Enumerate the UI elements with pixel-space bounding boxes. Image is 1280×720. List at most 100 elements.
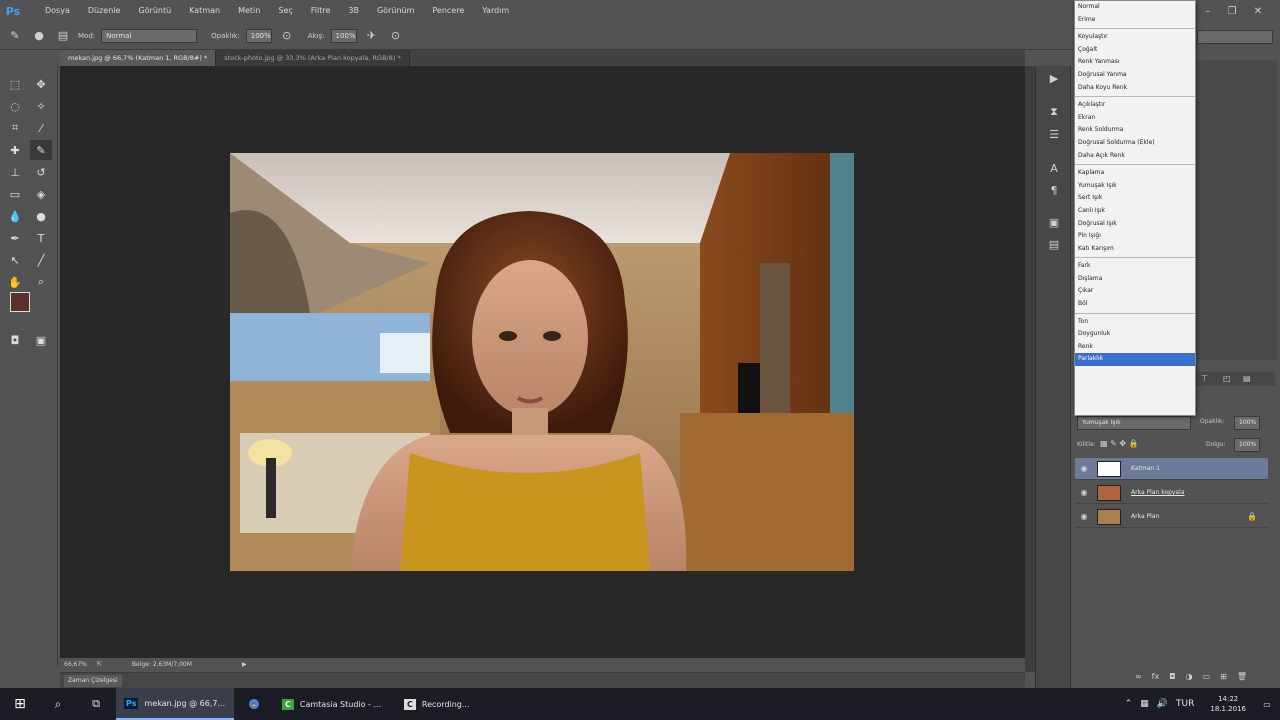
maximize-icon[interactable]: ❐ [1222, 4, 1242, 18]
blend-option[interactable]: Renk Yanması [1075, 56, 1195, 69]
blend-option-selected[interactable]: Parlaklık [1075, 353, 1195, 367]
blend-option[interactable]: Renk Soldurma [1075, 124, 1195, 137]
link-icon[interactable]: ∞ [1135, 672, 1142, 686]
workspace-select[interactable] [1197, 30, 1273, 44]
blur-tool-icon[interactable]: 💧 [4, 206, 26, 226]
chevron-up-icon[interactable]: ⌃ [1125, 699, 1133, 709]
blend-option[interactable]: Fark [1075, 260, 1195, 273]
lock-pixels-icon[interactable]: ▦ ✎ ✥ 🔒 [1100, 439, 1139, 448]
opacity-input[interactable]: 100% [245, 28, 272, 43]
marquee-tool-icon[interactable]: ⬚ [4, 74, 26, 94]
visibility-eye-icon[interactable]: ◉ [1075, 488, 1093, 497]
layer-name[interactable]: Arka Plan kopyala [1131, 489, 1185, 496]
network-icon[interactable]: ▦ [1140, 699, 1149, 709]
layer-row[interactable]: ◉ Arka Plan 🔒 [1075, 506, 1268, 528]
menu-item-dosya[interactable]: Dosya [36, 0, 79, 22]
document-image[interactable] [230, 153, 854, 571]
menu-item-yardim[interactable]: Yardım [473, 0, 518, 22]
notifications-icon[interactable]: ▭ [1254, 688, 1280, 720]
filter-type-icon[interactable]: ◰ [1223, 374, 1231, 383]
dodge-tool-icon[interactable]: ● [30, 206, 52, 226]
blend-option[interactable]: Doğrusal Işık [1075, 218, 1195, 231]
tab-mekan[interactable]: mekan.jpg @ 66,7% (Katman 1, RGB/8#) * [60, 50, 217, 66]
brush-panel-icon[interactable]: ▤ [54, 27, 72, 45]
adjustment-layer-icon[interactable]: ◑ [1186, 672, 1193, 686]
close-icon[interactable]: ✕ [1248, 4, 1268, 18]
history-brush-icon[interactable]: ↺ [30, 162, 52, 182]
blend-option[interactable]: Yumuşak Işık [1075, 180, 1195, 193]
layer-name[interactable]: Katman 1 [1131, 465, 1160, 472]
taskbar-app-photoshop[interactable]: Ps mekan.jpg @ 66,7... [116, 688, 234, 720]
menu-item-metin[interactable]: Metin [229, 0, 269, 22]
blend-option[interactable]: Normal [1075, 1, 1195, 14]
layer-blend-select[interactable]: Yumuşak Işık [1077, 416, 1191, 430]
menu-item-3b[interactable]: 3B [339, 0, 368, 22]
search-icon[interactable]: ⌕ [40, 688, 76, 720]
menu-item-pencere[interactable]: Pencere [423, 0, 473, 22]
new-layer-icon[interactable]: ⊞ [1220, 672, 1227, 686]
taskbar-app-camtasia[interactable]: C Camtasia Studio - ... [274, 688, 396, 720]
navigator-icon[interactable]: ▣ [1046, 214, 1062, 230]
layer-name[interactable]: Arka Plan [1131, 513, 1159, 520]
type-tool-icon[interactable]: T [30, 228, 52, 248]
clone-stamp-icon[interactable]: ⊥ [4, 162, 26, 182]
mode-select[interactable]: Normal [101, 28, 198, 43]
blend-option[interactable]: Daha Koyu Renk [1075, 82, 1195, 95]
filter-smart-icon[interactable]: ▤ [1243, 374, 1251, 383]
menu-item-duzenle[interactable]: Düzenle [79, 0, 130, 22]
brush-preset-icon[interactable]: ✎ [6, 27, 24, 45]
adjust-icon[interactable]: ☰ [1046, 126, 1062, 142]
blend-option[interactable]: Doygunluk [1075, 328, 1195, 341]
status-menu-arrow-icon[interactable]: ▶ [242, 661, 247, 668]
group-icon[interactable]: ▭ [1203, 672, 1211, 686]
mask-icon[interactable]: ◘ [1169, 672, 1175, 686]
blend-option[interactable]: Doğrusal Soldurma (Ekle) [1075, 137, 1195, 150]
notes-icon[interactable]: ▤ [1046, 236, 1062, 252]
blend-option[interactable]: Katı Karışım [1075, 243, 1195, 256]
blend-option[interactable]: Dışlama [1075, 273, 1195, 286]
hand-tool-icon[interactable]: ✋ [4, 272, 26, 292]
layer-opacity-input[interactable]: 100% [1234, 416, 1260, 430]
blend-option[interactable]: Erime [1075, 14, 1195, 27]
layer-row[interactable]: ◉ Katman 1 [1075, 458, 1268, 480]
blend-option[interactable]: Açıklaştır [1075, 99, 1195, 112]
export-icon[interactable]: ⇱ [97, 661, 102, 668]
blend-option[interactable]: Ton [1075, 316, 1195, 329]
fx-icon[interactable]: fx [1152, 672, 1160, 686]
task-view-icon[interactable]: ⧉ [76, 688, 116, 720]
play-icon[interactable]: ▶ [1046, 70, 1062, 86]
windows-start-icon[interactable]: ⊞ [0, 688, 40, 720]
menu-item-filtre[interactable]: Filtre [302, 0, 340, 22]
blend-option[interactable]: Çıkar [1075, 285, 1195, 298]
language-icon[interactable]: TUR [1176, 699, 1194, 709]
brush-tool-icon[interactable]: ✎ [30, 140, 52, 160]
foreground-color-swatch[interactable] [10, 292, 30, 312]
blend-option[interactable]: Pin Işığı [1075, 230, 1195, 243]
timeline-tab-label[interactable]: Zaman Çizelgesi [64, 675, 122, 687]
blend-option[interactable]: Renk [1075, 341, 1195, 354]
menu-item-sec[interactable]: Seç [269, 0, 301, 22]
blend-option[interactable]: Koyulaştır [1075, 31, 1195, 44]
pen-tool-icon[interactable]: ✒ [4, 228, 26, 248]
pressure-opacity-icon[interactable]: ⊙ [278, 27, 296, 45]
blend-option[interactable]: Doğrusal Yanma [1075, 69, 1195, 82]
fill-input[interactable]: 100% [1234, 438, 1260, 452]
blend-option[interactable]: Kaplama [1075, 167, 1195, 180]
quick-mask-icon[interactable]: ◘ [4, 330, 26, 350]
brush-size-icon[interactable]: ● [30, 27, 48, 45]
history-icon[interactable]: ⧗ [1046, 104, 1062, 120]
pressure-size-icon[interactable]: ⊙ [387, 27, 405, 45]
taskbar-app-recording[interactable]: C Recording... [396, 688, 496, 720]
path-select-icon[interactable]: ↖ [4, 250, 26, 270]
paragraph-icon[interactable]: ¶ [1046, 182, 1062, 198]
chrome-icon[interactable] [234, 688, 274, 720]
menu-item-goruntu[interactable]: Görüntü [129, 0, 180, 22]
screen-mode-icon[interactable]: ▣ [30, 330, 52, 350]
crop-tool-icon[interactable]: ⌗ [4, 118, 26, 138]
blend-option[interactable]: Çoğalt [1075, 44, 1195, 57]
layer-row[interactable]: ◉ Arka Plan kopyala [1075, 482, 1268, 504]
blend-option[interactable]: Ekran [1075, 112, 1195, 125]
airbrush-icon[interactable]: ✈ [363, 27, 381, 45]
zoom-level[interactable]: 66,67% [64, 661, 87, 668]
line-tool-icon[interactable]: ╱ [30, 250, 52, 270]
